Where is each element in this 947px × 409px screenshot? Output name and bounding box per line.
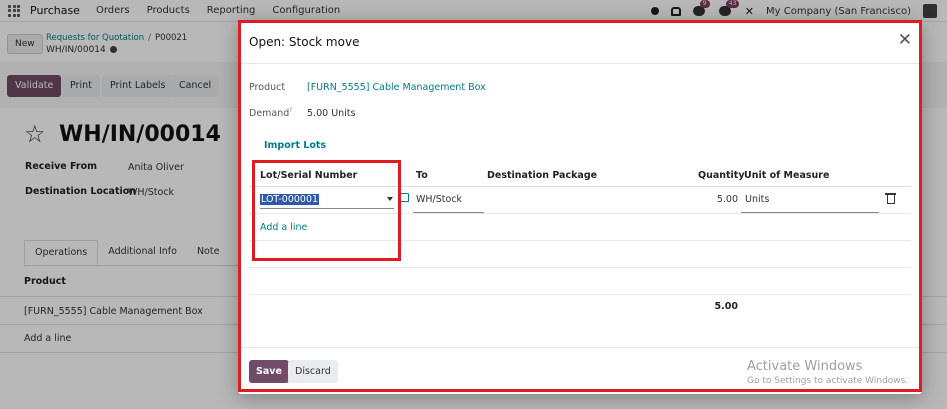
product-link[interactable]: [FURN_5555] Cable Management Box: [307, 82, 486, 93]
column-quantity[interactable]: Quantity: [698, 170, 745, 181]
discard-button[interactable]: Discard: [288, 360, 338, 383]
column-to[interactable]: To: [416, 170, 428, 181]
demand-uom: Units: [331, 108, 356, 119]
table-row: LOT-000001 WH/Stock 5.00 Units: [249, 187, 911, 214]
demand-quantity: 5.00: [307, 108, 329, 119]
watermark-title: Activate Windows: [747, 359, 863, 374]
demand-label: Demand?: [249, 107, 292, 119]
save-button[interactable]: Save: [249, 360, 289, 383]
lot-serial-value: LOT-000001: [260, 194, 320, 205]
lot-serial-input[interactable]: LOT-000001: [260, 194, 394, 209]
quantity-input[interactable]: 5.00: [689, 194, 738, 205]
dialog-header: Open: Stock move ✕: [238, 20, 922, 64]
uom-input[interactable]: Units: [741, 194, 879, 213]
tab-import-lots[interactable]: Import Lots: [264, 140, 326, 151]
demand-value: 5.00 Units: [307, 108, 355, 119]
empty-row: [249, 241, 911, 268]
activate-windows-watermark: Activate Windows Go to Settings to activ…: [747, 359, 908, 386]
watermark-subtitle: Go to Settings to activate Windows.: [747, 376, 909, 386]
demand-label-text: Demand: [249, 108, 290, 120]
trash-icon[interactable]: [885, 193, 896, 204]
column-unit-of-measure[interactable]: Unit of Measure: [744, 170, 829, 181]
product-label: Product: [249, 82, 286, 93]
dialog-title: Open: Stock move: [249, 35, 360, 49]
add-line-link[interactable]: Add a line: [260, 222, 307, 233]
quantity-total: 5.00: [714, 301, 738, 312]
column-destination-package[interactable]: Destination Package: [487, 170, 597, 181]
add-line-row: Add a line: [249, 214, 911, 241]
external-link-icon[interactable]: [400, 193, 409, 202]
close-icon[interactable]: ✕: [898, 31, 912, 49]
table-header: Lot/Serial Number To Destination Package…: [249, 162, 911, 187]
column-lot-serial[interactable]: Lot/Serial Number: [260, 170, 357, 181]
help-icon[interactable]: ?: [289, 107, 292, 114]
chevron-down-icon[interactable]: [387, 197, 393, 201]
to-location-input[interactable]: WH/Stock: [413, 194, 484, 213]
stock-move-dialog: Open: Stock move ✕ Product [FURN_5555] C…: [238, 20, 922, 394]
empty-row: [249, 268, 911, 295]
